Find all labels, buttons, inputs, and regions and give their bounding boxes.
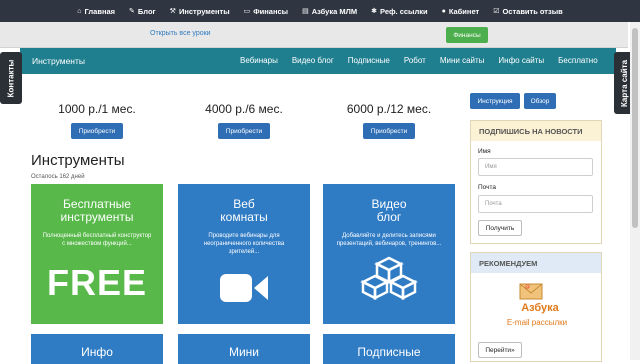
card-title: Мини [228, 345, 260, 359]
buy-button[interactable]: Приобрести [363, 123, 415, 139]
sub-bar: Открыть все уроки Финансы [0, 22, 628, 48]
card-web-rooms[interactable]: Веб комнаты Проводите вебинары для неогр… [178, 184, 310, 324]
finance-button[interactable]: Финансы [446, 27, 488, 43]
edit-icon: ☑ [493, 8, 500, 15]
main-nav-link-6[interactable]: Бесплатно [558, 56, 598, 65]
topnav-label: Главная [84, 6, 116, 16]
buy-button[interactable]: Приобрести [71, 123, 123, 139]
main-nav-link-3[interactable]: Робот [404, 56, 426, 65]
topnav-item-2[interactable]: ⚒ Инструменты [170, 7, 230, 16]
money-icon: ▭ [243, 8, 251, 15]
main-navbar: Инструменты Вебинары Видео блог Подписные Р… [20, 48, 616, 74]
main-nav-link-5[interactable]: Инфо сайты [498, 56, 544, 65]
envelope-icon: @ [519, 283, 543, 300]
price-amount: 4000 р./6 мес. [205, 102, 283, 116]
top-navbar: ⌂ Главная ✎ Блог ⚒ Инструменты ▭ Финансы ▤ Азбука… [0, 0, 640, 22]
email-label: Почта [478, 184, 497, 191]
nav-brand[interactable]: Инструменты [32, 56, 85, 66]
book-icon: ▤ [302, 8, 309, 15]
topnav-item-7[interactable]: ☑ Оставить отзыв [493, 7, 563, 16]
main-nav-link-0[interactable]: Вебинары [240, 56, 278, 65]
card-title: Веб комнаты [220, 197, 268, 224]
price-block-1: 1000 р./1 мес. Приобрести [42, 102, 152, 139]
card-description: Полноценный бесплатный конструктор с мно… [42, 233, 152, 247]
card-description: Проводите вебинары для неограниченного к… [203, 233, 285, 255]
card-video-blog[interactable]: Видео блог Добавляйте и делитесь записям… [323, 184, 455, 324]
price-block-2: 4000 р./6 мес. Приобрести [189, 102, 299, 139]
svg-text:@: @ [525, 284, 530, 290]
next-button[interactable]: Перейти» [478, 342, 522, 358]
users-icon: ✱ [371, 8, 377, 15]
free-label: FREE [46, 262, 147, 303]
topnav-item-0[interactable]: ⌂ Главная [77, 7, 115, 16]
tools-heading: Инструменты [31, 152, 125, 169]
tools-icon: ⚒ [169, 8, 176, 15]
review-button[interactable]: Обзор [524, 93, 556, 109]
topnav-item-6[interactable]: ● Кабинет [442, 7, 480, 16]
recommend-title: РЕКОМЕНДУЕМ [471, 253, 601, 273]
main-nav-links: Вебинары Видео блог Подписные Робот Мини сай… [240, 56, 598, 65]
cubes-icon [360, 256, 418, 301]
contacts-tab[interactable]: Контакты [0, 52, 22, 104]
open-all-lessons-link[interactable]: Открыть все уроки [150, 30, 211, 37]
card-title: Бесплатные инструменты [60, 197, 134, 224]
pencil-icon: ✎ [129, 8, 135, 15]
topnav-item-1[interactable]: ✎ Блог [129, 7, 156, 16]
topnav-label: Инструменты [178, 6, 230, 16]
topnav-label: Блог [137, 6, 156, 16]
user-icon: ● [441, 7, 446, 15]
topnav-label: Реф. ссылки [380, 6, 428, 16]
main-nav-link-1[interactable]: Видео блог [292, 56, 334, 65]
scrollbar-thumb[interactable] [632, 28, 638, 228]
card-title: Видео блог [371, 197, 407, 224]
get-button[interactable]: Получить [478, 220, 522, 236]
promo-subtitle: E-mail рассылки [506, 318, 568, 327]
price-block-3: 6000 р./12 мес. Приобрести [334, 102, 444, 139]
card-title: Инфо [81, 345, 113, 359]
price-amount: 6000 р./12 мес. [346, 102, 432, 116]
instruction-button[interactable]: Инструкция [470, 93, 520, 109]
days-remaining: Осталось 162 дней [31, 174, 85, 180]
subscribe-title: ПОДПИШИСЬ НА НОВОСТИ [471, 121, 601, 141]
topnav-item-5[interactable]: ✱ Реф. ссылки [371, 7, 427, 16]
card-title: Подписные [357, 345, 421, 359]
name-label: Имя [478, 148, 491, 155]
video-camera-icon [220, 274, 268, 302]
price-amount: 1000 р./1 мес. [58, 102, 136, 116]
card-description: Добавляйте и делитесь записями презентац… [336, 233, 442, 247]
main-nav-link-2[interactable]: Подписные [348, 56, 390, 65]
topnav-item-4[interactable]: ▤ Азбука МЛМ [302, 7, 357, 16]
buy-button[interactable]: Приобрести [218, 123, 270, 139]
topnav-label: Оставить отзыв [502, 6, 563, 16]
topnav-item-3[interactable]: ▭ Финансы [244, 7, 288, 16]
card-free-tools[interactable]: Бесплатные инструменты Полноценный беспл… [31, 184, 163, 324]
promo-title: Азбука [521, 302, 559, 314]
topnav-label: Финансы [253, 6, 289, 16]
topnav-label: Кабинет [448, 6, 480, 16]
scrollbar[interactable] [630, 22, 640, 360]
main-nav-link-4[interactable]: Мини сайты [440, 56, 485, 65]
home-icon: ⌂ [77, 7, 82, 15]
email-field[interactable]: Почта [478, 195, 593, 213]
name-field[interactable]: Имя [478, 158, 593, 176]
topnav-label: Азбука МЛМ [311, 6, 358, 16]
